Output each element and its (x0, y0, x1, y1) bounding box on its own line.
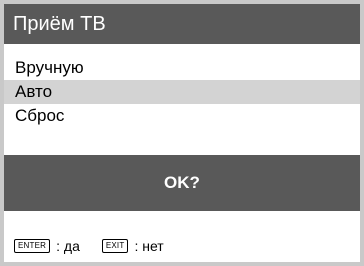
menu-list: Вручную Авто Сброс (4, 56, 360, 128)
menu-item-auto[interactable]: Авто (4, 80, 360, 104)
menu-item-manual[interactable]: Вручную (4, 56, 360, 80)
confirm-prompt: OK? (4, 155, 360, 211)
key-hints: ENTER : да EXIT : нет (14, 236, 186, 256)
enter-key-icon: ENTER (14, 239, 51, 253)
exit-hint-text: : нет (134, 238, 164, 254)
enter-hint-text: : да (56, 238, 80, 254)
exit-key-icon: EXIT (101, 239, 129, 253)
menu-item-reset[interactable]: Сброс (4, 104, 360, 128)
dialog-title: Приём ТВ (4, 4, 360, 44)
